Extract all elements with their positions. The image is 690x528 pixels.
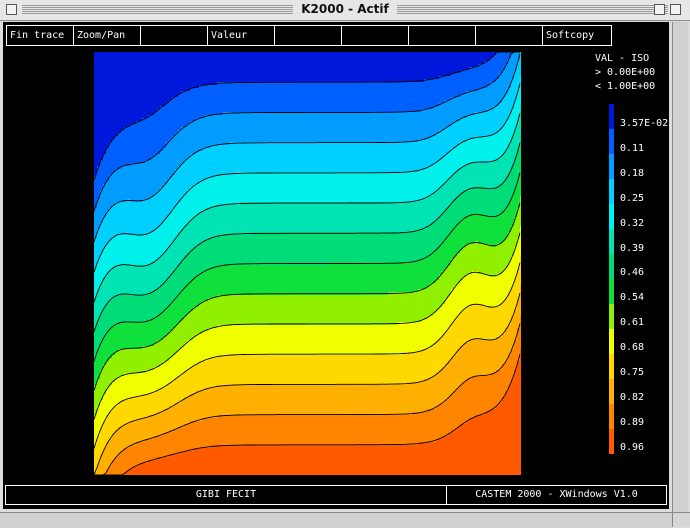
zoom-box-icon[interactable] (654, 4, 665, 15)
status-right: CASTEM 2000 - XWindows V1.0 (447, 486, 666, 504)
legend-label: 0.54 (620, 292, 644, 303)
legend-swatch (609, 179, 614, 205)
legend-label: 0.61 (620, 317, 644, 328)
legend-swatch (609, 104, 614, 130)
menu-empty-3[interactable] (342, 26, 409, 45)
contour-plot[interactable] (94, 52, 521, 475)
status-left: GIBI FECIT (6, 486, 446, 504)
legend-label: 0.39 (620, 243, 644, 254)
menu-zoom-pan[interactable]: Zoom/Pan (74, 26, 141, 45)
menu-bar: Fin trace Zoom/Pan Valeur Softcopy (6, 25, 612, 46)
legend-lower-bound: > 0.00E+00 (595, 66, 655, 79)
legend-label: 0.75 (620, 367, 644, 378)
menu-fin-trace[interactable]: Fin trace (7, 26, 74, 45)
window-title: K2000 - Actif (293, 2, 397, 16)
collapse-box-icon[interactable] (670, 4, 681, 15)
legend-swatch (609, 129, 614, 155)
horizontal-scrollbar[interactable] (0, 512, 672, 528)
legend-upper-bound: < 1.00E+00 (595, 80, 655, 93)
vertical-scrollbar[interactable] (672, 22, 688, 512)
legend-swatch (609, 254, 614, 280)
legend-label: 0.46 (620, 267, 644, 278)
legend-label: 0.68 (620, 342, 644, 353)
menu-empty-5[interactable] (476, 26, 543, 45)
legend-color-bar (609, 104, 614, 454)
graphics-canvas[interactable]: Fin trace Zoom/Pan Valeur Softcopy VAL -… (3, 22, 669, 509)
legend-label: 0.82 (620, 392, 644, 403)
legend-swatch (609, 304, 614, 330)
menu-empty-1[interactable] (141, 26, 208, 45)
legend-label: 0.96 (620, 442, 644, 453)
legend-swatch (609, 279, 614, 305)
legend-swatch (609, 354, 614, 380)
legend-label: 0.25 (620, 193, 644, 204)
legend-label: 0.18 (620, 168, 644, 179)
status-bar: GIBI FECIT CASTEM 2000 - XWindows V1.0 (5, 485, 667, 505)
legend-label: 0.11 (620, 143, 644, 154)
legend-label: 0.32 (620, 218, 644, 229)
menu-empty-2[interactable] (275, 26, 342, 45)
legend-swatch (609, 329, 614, 355)
legend-label: 3.57E-02 (620, 118, 668, 129)
title-bar: K2000 - Actif (0, 0, 690, 21)
menu-valeur[interactable]: Valeur (208, 26, 275, 45)
legend-label: 0.89 (620, 417, 644, 428)
legend-swatch (609, 154, 614, 180)
legend-swatch (609, 204, 614, 230)
legend-swatch (609, 404, 614, 430)
legend-swatch (609, 229, 614, 255)
legend-swatch (609, 379, 614, 405)
menu-softcopy[interactable]: Softcopy (543, 26, 610, 45)
resize-grip-icon[interactable] (672, 512, 690, 527)
legend-title: VAL - ISO (595, 52, 649, 65)
menu-empty-4[interactable] (409, 26, 476, 45)
legend-swatch (609, 429, 614, 454)
